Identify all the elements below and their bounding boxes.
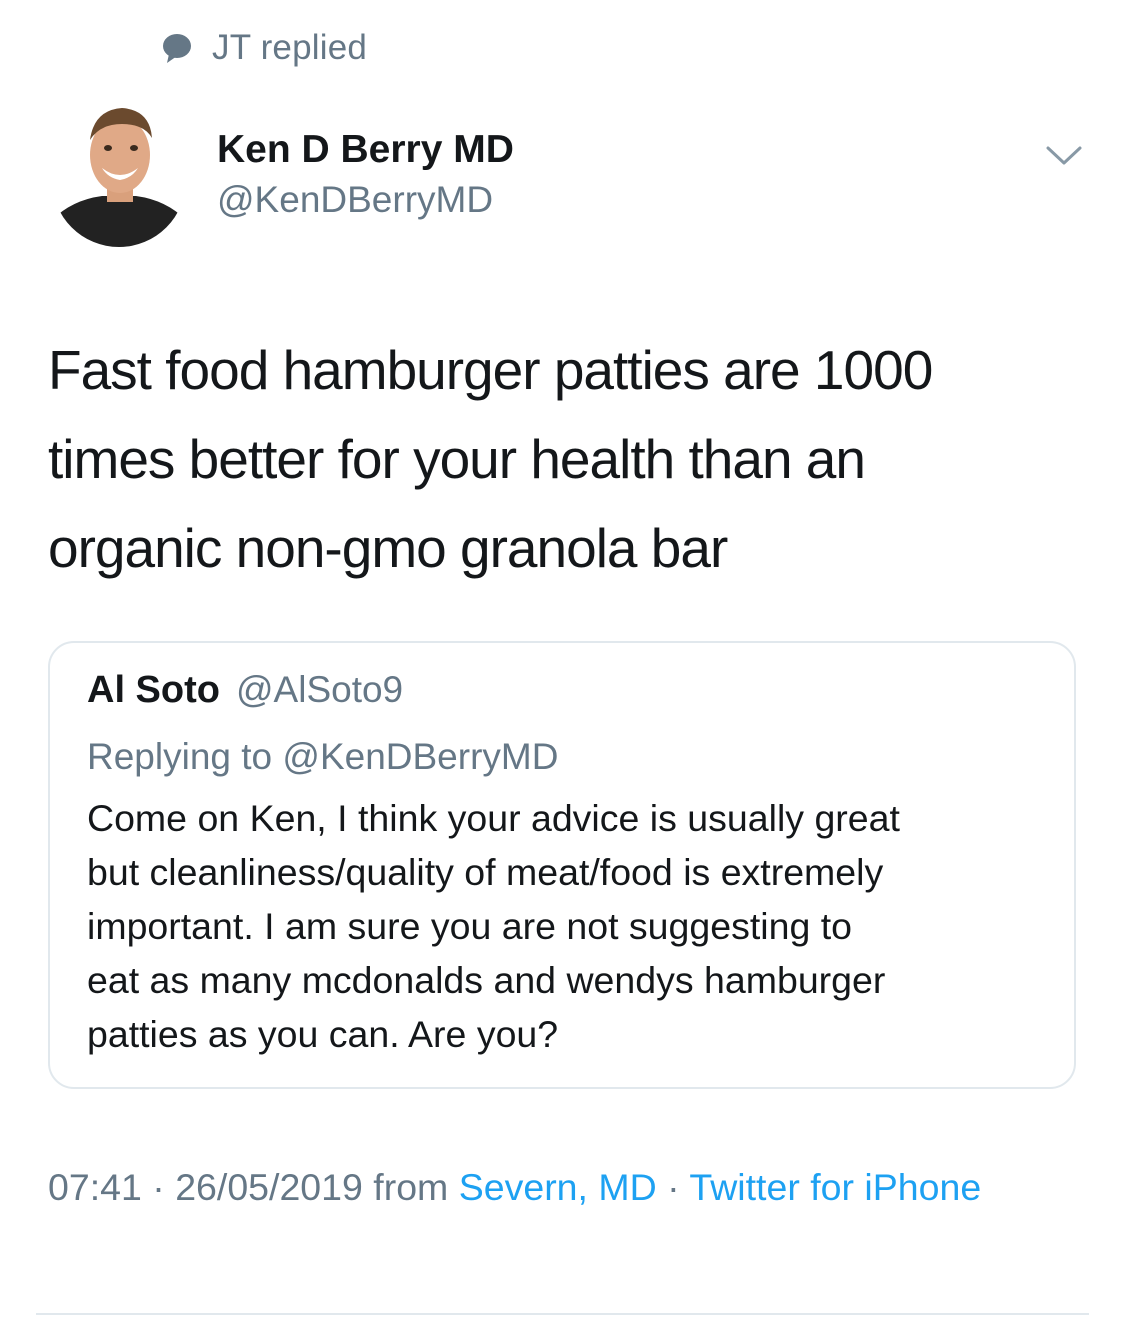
- quoted-tweet-text: Come on Ken, I think your advice is usua…: [87, 797, 900, 1055]
- author-info[interactable]: Ken D Berry MD @KenDBerryMD: [217, 124, 514, 224]
- quoted-author-handle: @AlSoto9: [235, 669, 404, 710]
- meta-separator: ·: [667, 1166, 680, 1208]
- location-link[interactable]: Severn, MD: [459, 1166, 657, 1208]
- quoted-tweet[interactable]: Al Soto @AlSoto9 Replying to @KenDBerryM…: [48, 641, 1076, 1089]
- from-label: from: [373, 1166, 449, 1208]
- divider: [36, 1313, 1089, 1315]
- quoted-tweet-header: Al Soto @AlSoto9: [87, 669, 1038, 725]
- chevron-down-icon[interactable]: [1044, 140, 1084, 170]
- meta-separator: ·: [152, 1166, 165, 1208]
- author-name[interactable]: Ken D Berry MD: [217, 124, 514, 176]
- tweet-meta: 07:41 · 26/05/2019 from Severn, MD · Twi…: [48, 1160, 1088, 1215]
- quoted-replying-to: Replying to @KenDBerryMD: [87, 736, 559, 777]
- tweet-time: 07:41: [48, 1166, 142, 1208]
- speech-bubble-icon: [163, 34, 191, 63]
- tweet-date: 26/05/2019: [175, 1166, 363, 1208]
- social-context[interactable]: JT replied: [160, 26, 367, 70]
- source-link[interactable]: Twitter for iPhone: [689, 1166, 981, 1208]
- quoted-author-name: Al Soto: [87, 669, 220, 711]
- author-avatar[interactable]: [52, 100, 186, 250]
- tweet-text: Fast food hamburger patties are 1000 tim…: [48, 339, 933, 579]
- tweet-detail: JT replied Ken D Berry MD @KenDBerryMD F…: [0, 0, 1125, 1319]
- author-handle[interactable]: @KenDBerryMD: [217, 176, 514, 224]
- social-context-text: JT replied: [212, 28, 368, 67]
